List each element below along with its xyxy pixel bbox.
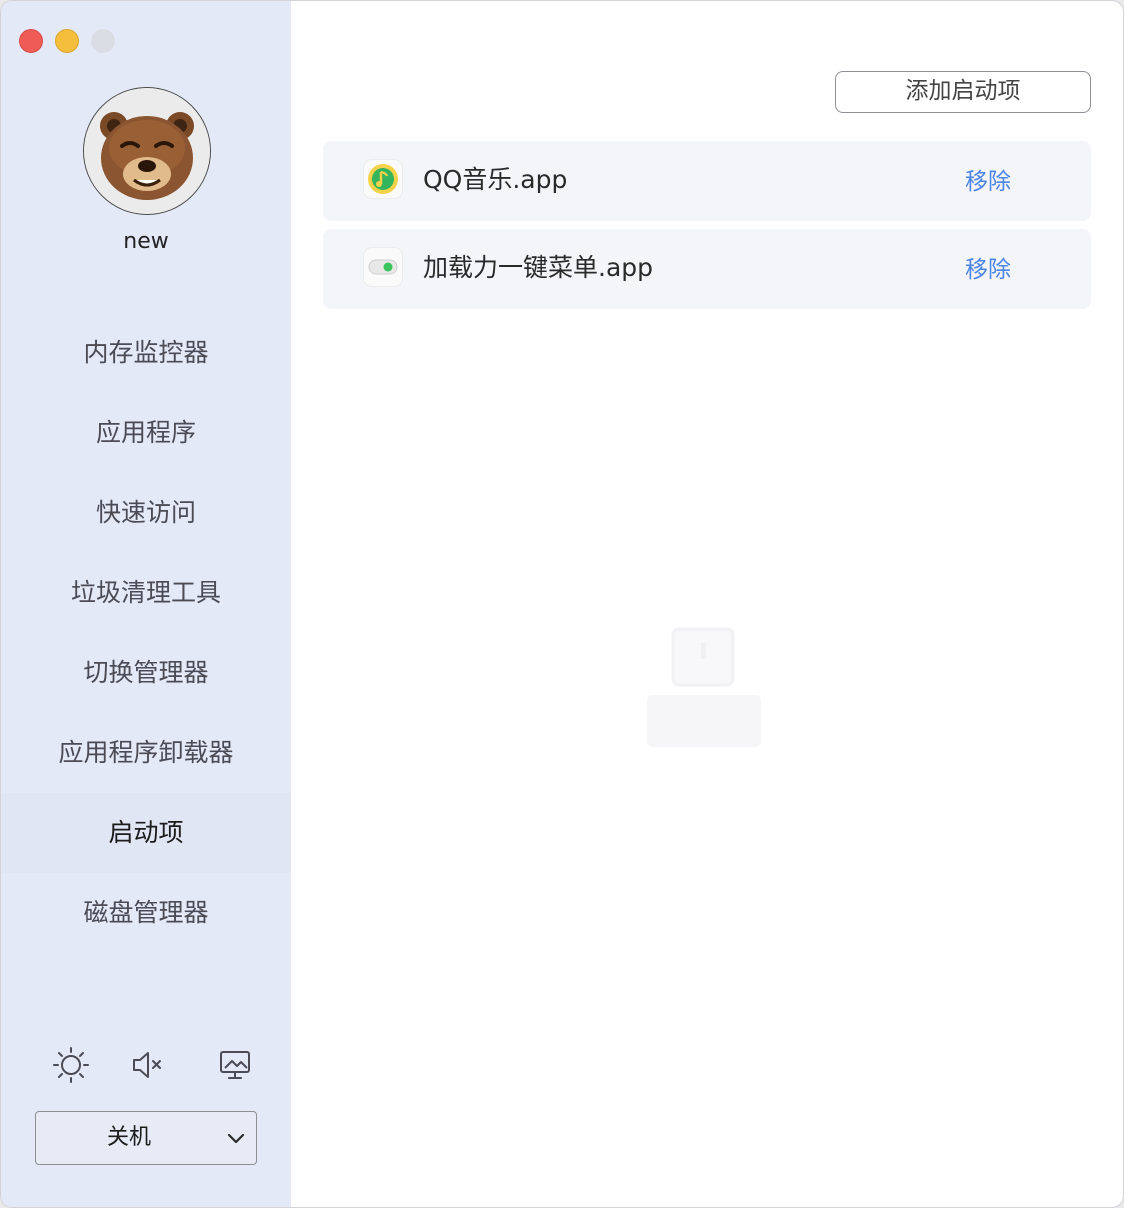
add-startup-item-button[interactable]: 添加启动项 bbox=[835, 71, 1091, 113]
app-window: new 内存监控器 应用程序 快速访问 垃圾清理工具 切换管理器 应用程序卸载器… bbox=[0, 0, 1124, 1208]
toggle-app-icon bbox=[363, 247, 403, 287]
sidebar: new 内存监控器 应用程序 快速访问 垃圾清理工具 切换管理器 应用程序卸载器… bbox=[1, 1, 291, 1207]
power-action-label: 关机 bbox=[106, 1125, 151, 1150]
remove-startup-item-link[interactable]: 移除 bbox=[965, 141, 1011, 221]
qq-music-icon bbox=[363, 159, 403, 199]
minimize-window-button[interactable] bbox=[55, 29, 79, 53]
bear-avatar-icon bbox=[84, 88, 210, 214]
brightness-icon[interactable] bbox=[51, 1045, 91, 1085]
power-action-select[interactable]: 关机 bbox=[35, 1111, 257, 1165]
startup-item-row: 加载力一键菜单.app 移除 bbox=[323, 229, 1091, 309]
avatar[interactable] bbox=[83, 87, 211, 215]
chevron-down-icon bbox=[227, 1133, 245, 1144]
sidebar-item-disk-manager[interactable]: 磁盘管理器 bbox=[1, 873, 291, 953]
sidebar-item-app-uninstaller[interactable]: 应用程序卸载器 bbox=[1, 713, 291, 793]
empty-state-icon bbox=[647, 627, 761, 747]
sidebar-item-memory-monitor[interactable]: 内存监控器 bbox=[1, 313, 291, 393]
zoom-window-button bbox=[91, 29, 115, 53]
startup-item-name: 加载力一键菜单.app bbox=[423, 253, 654, 282]
sidebar-item-applications[interactable]: 应用程序 bbox=[1, 393, 291, 473]
sidebar-item-switch-manager[interactable]: 切换管理器 bbox=[1, 633, 291, 713]
sidebar-item-startup-items[interactable]: 启动项 bbox=[1, 793, 291, 873]
sidebar-item-quick-access[interactable]: 快速访问 bbox=[1, 473, 291, 553]
sidebar-item-junk-cleaner[interactable]: 垃圾清理工具 bbox=[1, 553, 291, 633]
remove-startup-item-link[interactable]: 移除 bbox=[965, 229, 1011, 309]
username: new bbox=[123, 229, 169, 254]
display-icon[interactable] bbox=[215, 1045, 255, 1085]
close-window-button[interactable] bbox=[19, 29, 43, 53]
mute-icon[interactable] bbox=[127, 1045, 167, 1085]
startup-item-name: QQ音乐.app bbox=[423, 165, 568, 194]
startup-item-row: QQ音乐.app 移除 bbox=[323, 141, 1091, 221]
